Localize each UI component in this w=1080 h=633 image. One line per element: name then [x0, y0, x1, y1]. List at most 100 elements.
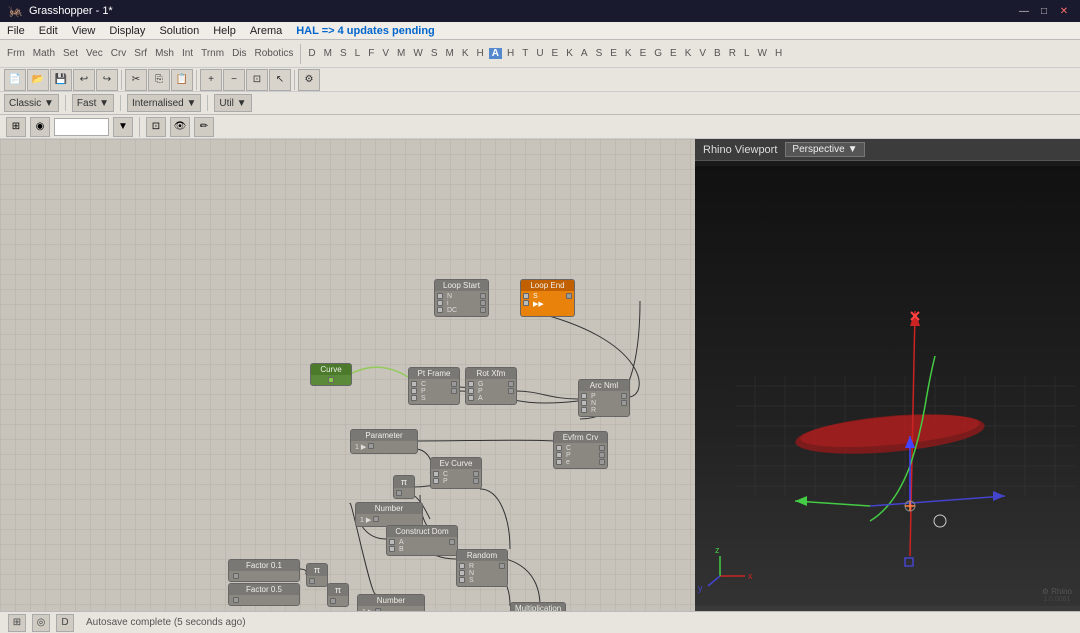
tb-settings[interactable]: ⚙: [298, 69, 320, 91]
toolbar-h3[interactable]: H: [772, 48, 785, 59]
port-rx-out1[interactable]: [508, 381, 514, 387]
port-rnd1-in1[interactable]: [459, 563, 465, 569]
toolbar-w2[interactable]: W: [755, 48, 770, 59]
toolbar-f[interactable]: F: [365, 48, 377, 59]
port-evfc-out3[interactable]: [599, 459, 605, 465]
node-construct-domain[interactable]: Construct Dom AB: [386, 525, 458, 556]
grid-toggle-btn[interactable]: ⊞: [6, 117, 26, 137]
maximize-button[interactable]: □: [1036, 3, 1052, 19]
rhino-viewport[interactable]: Rhino Viewport Perspective ▼: [695, 139, 1080, 611]
port-evc-out1[interactable]: [473, 471, 479, 477]
toolbar-set[interactable]: Set: [60, 48, 81, 59]
node-pi3[interactable]: π: [327, 583, 349, 607]
toolbar-sm[interactable]: S: [428, 48, 441, 59]
toolbar-frm[interactable]: Frm: [4, 48, 28, 59]
toolbar-vec[interactable]: Vec: [83, 48, 106, 59]
port-rx-out2[interactable]: [508, 388, 514, 394]
port-rnd1-in3[interactable]: [459, 577, 465, 583]
node-factor1[interactable]: Factor 0.1: [228, 559, 300, 582]
eye-btn[interactable]: 👁: [170, 117, 190, 137]
port-ptf-in3[interactable]: [411, 395, 417, 401]
node-parameter[interactable]: Parameter 1 ▶: [350, 429, 418, 454]
port-evfc-in2[interactable]: [556, 452, 562, 458]
port-ptf-out1[interactable]: [451, 381, 457, 387]
port-num2-out[interactable]: [375, 608, 381, 611]
toolbar-robotics[interactable]: Robotics: [252, 48, 297, 59]
node-random1[interactable]: Random RNS: [456, 549, 508, 587]
minimize-button[interactable]: —: [1016, 3, 1032, 19]
node-factor2[interactable]: Factor 0.5: [228, 583, 300, 606]
port-rnd1-in2[interactable]: [459, 570, 465, 576]
toolbar-a2[interactable]: A: [578, 48, 591, 59]
port-out-dc[interactable]: [480, 307, 486, 313]
node-pi1[interactable]: π: [393, 475, 415, 499]
toolbar-l[interactable]: L: [352, 48, 364, 59]
port-an-out1[interactable]: [621, 393, 627, 399]
port-evfc-out1[interactable]: [599, 445, 605, 451]
port-curve-out[interactable]: [328, 377, 334, 383]
tb-new[interactable]: 📄: [4, 69, 26, 91]
port-num1-out[interactable]: [373, 516, 379, 522]
port-cd-in2[interactable]: [389, 546, 395, 552]
tb-paste[interactable]: 📋: [171, 69, 193, 91]
port-evfc-out2[interactable]: [599, 452, 605, 458]
toolbar-a[interactable]: A: [489, 48, 502, 59]
toolbar-trnm[interactable]: Trnm: [198, 48, 227, 59]
port-rx-in2[interactable]: [468, 388, 474, 394]
tb-open[interactable]: 📂: [27, 69, 49, 91]
node-pi2[interactable]: π: [306, 563, 328, 587]
toolbar-g[interactable]: G: [651, 48, 665, 59]
toolbar-v[interactable]: V: [379, 48, 392, 59]
toolbar-e4[interactable]: E: [667, 48, 680, 59]
toolbar-r[interactable]: R: [726, 48, 739, 59]
tb-undo[interactable]: ↩: [73, 69, 95, 91]
port-ptf-out2[interactable]: [451, 388, 457, 394]
toolbar-srf[interactable]: Srf: [131, 48, 150, 59]
toolbar-v2[interactable]: V: [696, 48, 709, 59]
toolbar-m[interactable]: M: [321, 48, 335, 59]
toolbar-b[interactable]: B: [711, 48, 724, 59]
port-an-in2[interactable]: [581, 400, 587, 406]
toolbar-dis[interactable]: Dis: [229, 48, 249, 59]
mode-internalised[interactable]: Internalised ▼: [127, 94, 201, 112]
toolbar-m2[interactable]: M: [442, 48, 456, 59]
toolbar-t[interactable]: T: [519, 48, 531, 59]
toolbar-int[interactable]: Int: [179, 48, 196, 59]
port-factor2-out[interactable]: [233, 597, 239, 603]
menu-solution[interactable]: Solution: [152, 22, 206, 39]
toolbar-h2[interactable]: H: [504, 48, 517, 59]
toolbar-msh[interactable]: Msh: [152, 48, 177, 59]
toolbar-e[interactable]: E: [549, 48, 562, 59]
node-ev-curve[interactable]: Ev Curve CP: [430, 457, 482, 489]
pencil-btn[interactable]: ✏: [194, 117, 214, 137]
port-evc-out2[interactable]: [473, 478, 479, 484]
port-rnd1-out[interactable]: [499, 563, 505, 569]
menu-arema[interactable]: Arema: [243, 22, 289, 39]
tb-save[interactable]: 💾: [50, 69, 72, 91]
tb-zoomin[interactable]: +: [200, 69, 222, 91]
port-evc-in1[interactable]: [433, 471, 439, 477]
mode-classic[interactable]: Classic ▼: [4, 94, 59, 112]
canvas-area[interactable]: Loop Start NiDC Loop End: [0, 139, 695, 611]
port-i[interactable]: [437, 300, 443, 306]
node-number1[interactable]: Number 1 ▶: [355, 502, 423, 527]
zoom-dropdown[interactable]: ▼: [113, 117, 133, 137]
port-pi1-out[interactable]: [396, 490, 402, 496]
node-loop-start[interactable]: Loop Start NiDC: [434, 279, 489, 317]
tb-cut[interactable]: ✂: [125, 69, 147, 91]
tb-copy[interactable]: ⎘: [148, 69, 170, 91]
toolbar-crv[interactable]: Crv: [108, 48, 130, 59]
port-ptf-in2[interactable]: [411, 388, 417, 394]
port-cd-out[interactable]: [449, 539, 455, 545]
port-pi2-out[interactable]: [309, 578, 315, 584]
port-le-in1[interactable]: [523, 293, 529, 299]
tb-fit[interactable]: ⊡: [246, 69, 268, 91]
node-evfrm-crv[interactable]: Evfrm Crv CPe: [553, 431, 608, 469]
node-pt-frame[interactable]: Pt Frame CPS: [408, 367, 460, 405]
port-evc-in2[interactable]: [433, 478, 439, 484]
node-arc-nml[interactable]: Arc Nml PNR: [578, 379, 630, 417]
toolbar-k[interactable]: K: [459, 48, 472, 59]
menu-hal[interactable]: HAL => 4 updates pending: [289, 22, 442, 39]
node-number2[interactable]: Number 1 ▶: [357, 594, 425, 611]
menu-edit[interactable]: Edit: [32, 22, 65, 39]
